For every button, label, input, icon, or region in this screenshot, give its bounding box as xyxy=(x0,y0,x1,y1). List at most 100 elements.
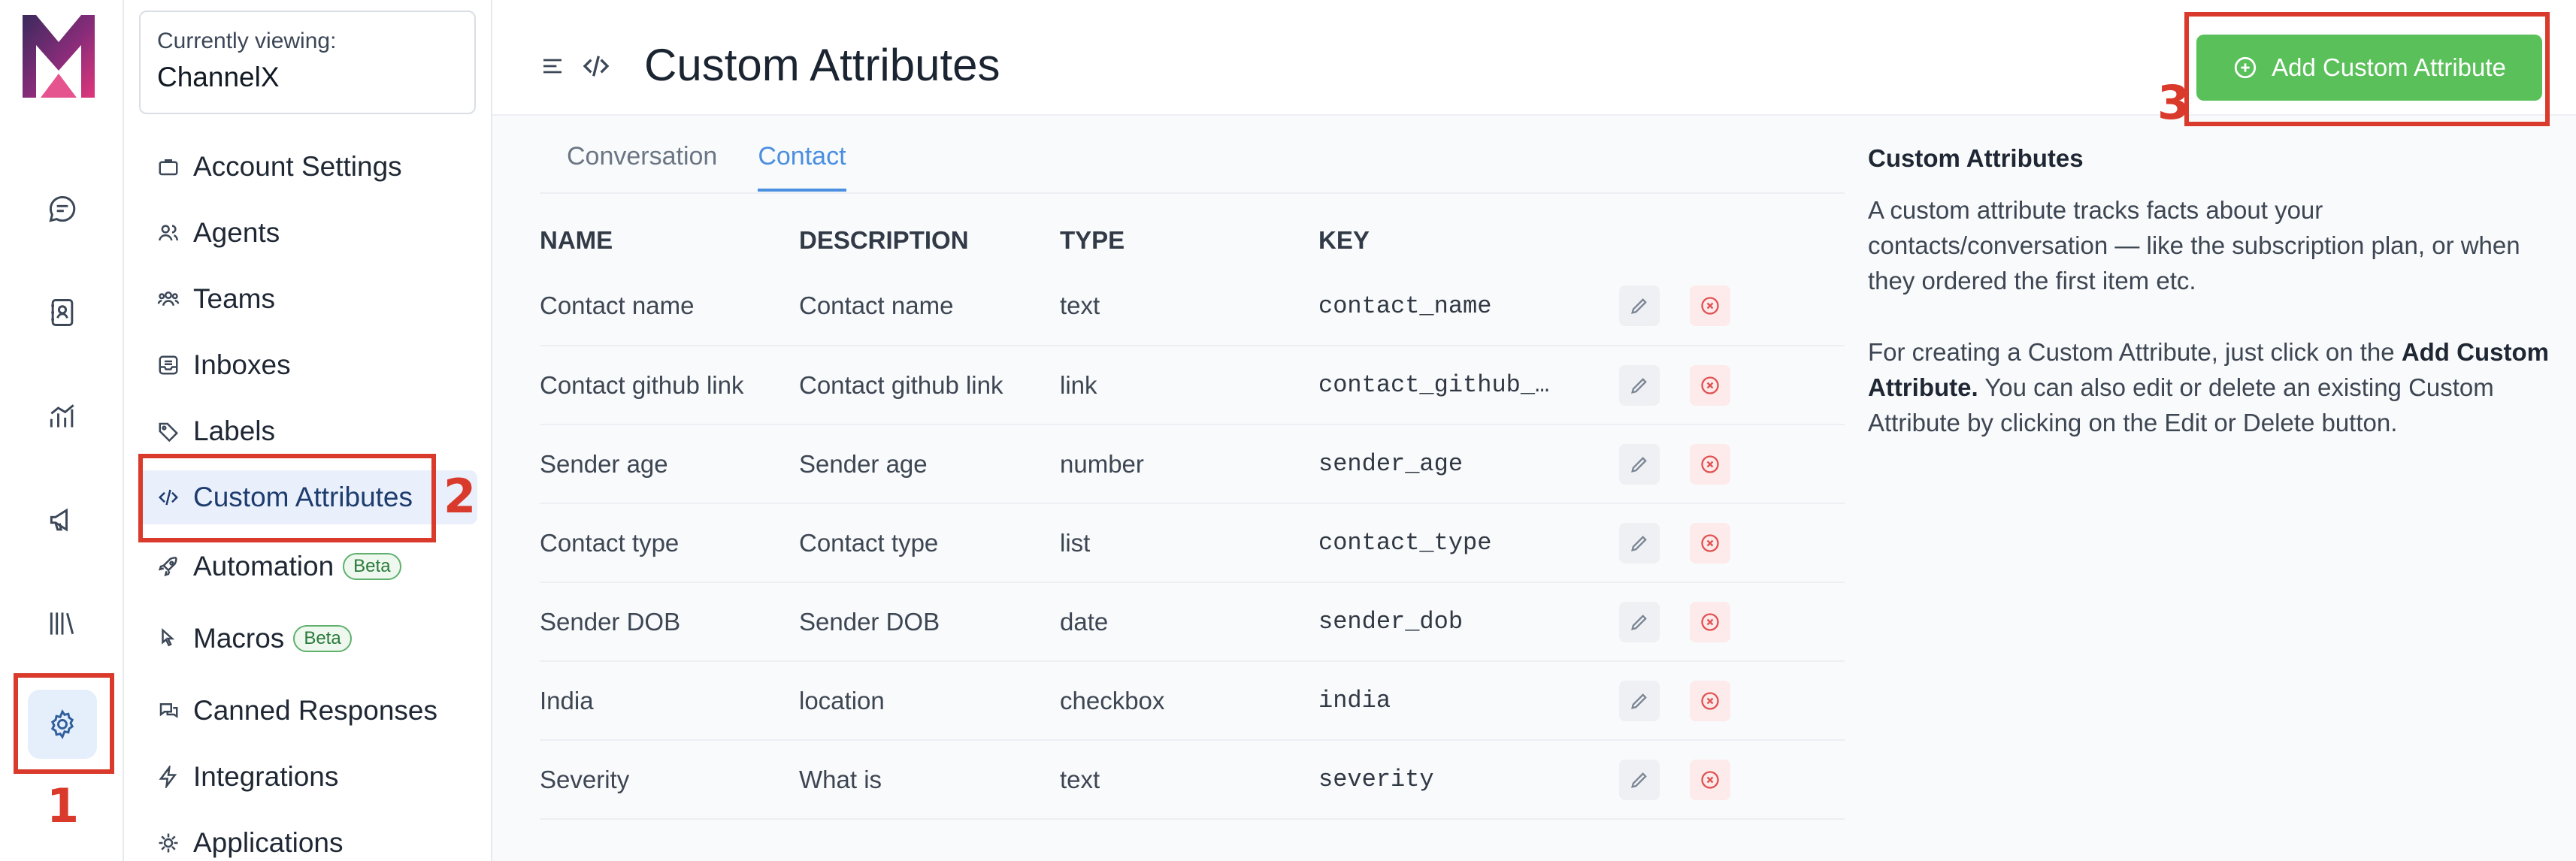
sidebar-item-canned-responses[interactable]: Canned Responses xyxy=(139,684,477,738)
cell-type: link xyxy=(1060,346,1318,425)
lightning-icon xyxy=(159,766,177,788)
tab-conversation[interactable]: Conversation xyxy=(540,131,717,192)
table-header-row: NAME DESCRIPTION TYPE KEY xyxy=(540,214,1845,267)
delete-button[interactable] xyxy=(1690,601,1730,642)
pencil-icon xyxy=(1631,456,1647,473)
cell-actions xyxy=(1619,740,1845,820)
cell-type: text xyxy=(1060,740,1318,820)
sidebar-item-teams[interactable]: Teams xyxy=(139,272,477,326)
menu-icon[interactable] xyxy=(540,54,565,78)
app-logo-icon[interactable] xyxy=(18,9,99,104)
cell-name: Contact type xyxy=(540,503,799,583)
delete-button[interactable] xyxy=(1690,285,1730,326)
delete-button[interactable] xyxy=(1690,443,1730,485)
cell-key: sender_dob xyxy=(1318,582,1619,662)
pencil-icon xyxy=(1631,772,1647,788)
sidebar-item-labels[interactable]: Labels xyxy=(139,404,477,458)
cell-type: number xyxy=(1060,424,1318,504)
column-header-type: TYPE xyxy=(1060,226,1125,254)
edit-button[interactable] xyxy=(1619,601,1660,642)
cell-name: Severity xyxy=(540,740,799,820)
column-header-key: KEY xyxy=(1318,226,1370,254)
help-panel: Custom Attributes A custom attribute tra… xyxy=(1868,144,2552,476)
beta-badge: Beta xyxy=(343,553,401,580)
sidebar-item-account-settings[interactable]: Account Settings xyxy=(139,140,477,194)
code-icon xyxy=(583,56,610,77)
tag-icon xyxy=(159,422,179,443)
sidebar-item-label: Integrations xyxy=(193,761,339,792)
conversations-icon[interactable] xyxy=(28,174,97,243)
edit-button[interactable] xyxy=(1619,364,1660,406)
reports-icon[interactable] xyxy=(28,382,97,451)
edit-button[interactable] xyxy=(1619,285,1660,326)
annotation-number-1: 1 xyxy=(47,778,80,833)
cell-description: Contact type xyxy=(799,503,1060,583)
sidebar-item-automation[interactable]: Automation Beta xyxy=(139,539,477,594)
cell-description: Sender age xyxy=(799,424,1060,504)
edit-button[interactable] xyxy=(1619,522,1660,563)
teams-icon xyxy=(157,292,180,307)
cell-name: Contact github link xyxy=(540,346,799,425)
edit-button[interactable] xyxy=(1619,443,1660,485)
cell-key: contact_name xyxy=(1318,267,1619,346)
cell-type: text xyxy=(1060,267,1318,346)
column-header-description: DESCRIPTION xyxy=(799,226,969,254)
cell-description: Contact github link xyxy=(799,346,1060,425)
edit-button[interactable] xyxy=(1619,759,1660,800)
inbox-icon xyxy=(159,355,178,375)
sidebar-item-agents[interactable]: Agents xyxy=(139,206,477,260)
cell-type: list xyxy=(1060,503,1318,583)
page-title: Custom Attributes xyxy=(644,40,1000,90)
close-circle-icon xyxy=(1701,691,1719,710)
cell-description: Contact name xyxy=(799,267,1060,346)
cell-actions xyxy=(1619,503,1845,583)
column-header-name: NAME xyxy=(540,226,613,254)
cell-name: Contact name xyxy=(540,267,799,346)
help-title: Custom Attributes xyxy=(1868,144,2084,172)
sidebar-item-label: Applications xyxy=(193,827,344,858)
cell-actions xyxy=(1619,582,1845,662)
sidebar-item-macros[interactable]: Macros Beta xyxy=(139,612,477,666)
pencil-icon xyxy=(1631,298,1647,314)
delete-button[interactable] xyxy=(1690,522,1730,563)
cell-key: severity xyxy=(1318,740,1619,820)
sidebar-item-label: Agents xyxy=(193,217,280,248)
tab-contact[interactable]: Contact xyxy=(758,131,846,192)
help-paragraph-1: A custom attribute tracks facts about yo… xyxy=(1868,196,2520,295)
campaigns-icon[interactable] xyxy=(28,485,97,554)
table-row: Contact type Contact type list contact_t… xyxy=(540,503,1845,583)
cell-key: contact_type xyxy=(1318,503,1619,583)
sidebar-item-applications[interactable]: Applications xyxy=(139,816,477,861)
annotation-number-3: 3 xyxy=(2157,75,2190,130)
library-icon[interactable] xyxy=(28,589,97,658)
cell-name: India xyxy=(540,661,799,741)
delete-button[interactable] xyxy=(1690,680,1730,721)
chat-bubbles-icon xyxy=(159,703,178,718)
column-header-actions xyxy=(1619,214,1845,267)
sidebar-item-integrations[interactable]: Integrations xyxy=(139,750,477,804)
account-switcher[interactable]: Currently viewing: ChannelX xyxy=(139,11,476,114)
sidebar-item-inboxes[interactable]: Inboxes xyxy=(139,338,477,392)
contacts-icon[interactable] xyxy=(28,278,97,347)
pencil-icon xyxy=(1631,535,1647,551)
sidebar-item-label: Inboxes xyxy=(193,349,291,380)
table-row: Severity What is text severity xyxy=(540,740,1845,820)
delete-button[interactable] xyxy=(1690,364,1730,406)
settings-sidebar: Currently viewing: ChannelX Account Sett… xyxy=(124,0,492,861)
edit-button[interactable] xyxy=(1619,680,1660,721)
macros-icon xyxy=(162,627,175,647)
rocket-icon xyxy=(158,557,177,577)
cell-name: Sender age xyxy=(540,424,799,504)
close-circle-icon xyxy=(1701,770,1719,789)
cell-type: checkbox xyxy=(1060,661,1318,741)
table-row: Sender age Sender age number sender_age xyxy=(540,424,1845,504)
cell-key: sender_age xyxy=(1318,424,1619,504)
table-row: Sender DOB Sender DOB date sender_dob xyxy=(540,582,1845,662)
cell-actions xyxy=(1619,661,1845,741)
delete-button[interactable] xyxy=(1690,759,1730,800)
briefcase-icon xyxy=(159,159,178,176)
account-name: ChannelX xyxy=(157,62,280,92)
account-caption: Currently viewing: xyxy=(157,29,337,53)
close-circle-icon xyxy=(1701,376,1719,394)
table-row: India location checkbox india xyxy=(540,661,1845,741)
